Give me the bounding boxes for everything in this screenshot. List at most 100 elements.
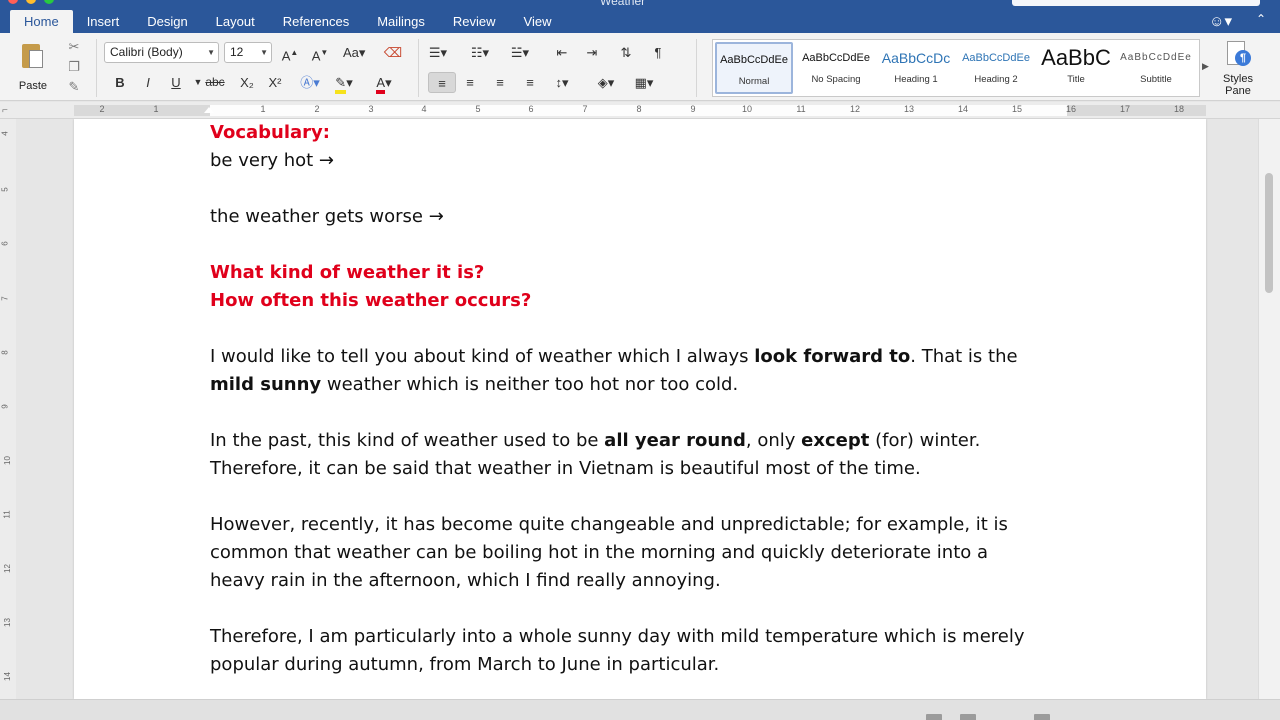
change-case-button[interactable]: Aa▾ [343, 42, 365, 63]
styles-pane-label: Styles Pane [1216, 73, 1260, 97]
style-name: Heading 2 [974, 74, 1018, 85]
ribbon-tabs: Home Insert Design Layout References Mai… [10, 10, 565, 33]
underline-button[interactable]: U [166, 72, 186, 93]
document-canvas[interactable]: Vocabulary: be very hot → the weather ge… [16, 119, 1258, 699]
shading-icon[interactable]: ◈▾ [596, 72, 616, 93]
collapse-ribbon-icon[interactable]: ⌃ [1256, 12, 1266, 26]
style-sample: AaBbCcDc [881, 50, 951, 66]
tab-view[interactable]: View [510, 10, 566, 33]
multilevel-list-icon[interactable]: ☱▾ [510, 42, 530, 63]
document-page[interactable]: Vocabulary: be very hot → the weather ge… [74, 119, 1206, 699]
ruler-label: 3 [368, 104, 374, 114]
chevron-down-icon: ▼ [260, 48, 268, 57]
ruler-label: 11 [2, 510, 12, 519]
horizontal-scrollbar[interactable] [16, 700, 1258, 712]
justify-icon[interactable]: ≡ [520, 72, 540, 93]
web-layout-view-icon[interactable] [960, 714, 976, 720]
show-formatting-icon[interactable]: ¶ [648, 42, 668, 63]
style-normal[interactable]: AaBbCcDdEe Normal [715, 42, 793, 94]
ruler-label: 5 [0, 187, 10, 192]
ruler-label: 11 [796, 104, 806, 114]
vocabulary-heading: Vocabulary: [210, 122, 330, 143]
styles-pane-button[interactable]: ¶ Styles Pane [1216, 41, 1260, 99]
copy-icon[interactable]: ❐ [64, 57, 84, 77]
borders-icon[interactable]: ▦▾ [634, 72, 654, 93]
style-heading-2[interactable]: AaBbCcDdEe Heading 2 [957, 42, 1035, 94]
styles-pane-label-line2: Pane [1225, 85, 1251, 97]
gallery-more-icon[interactable]: ▶ [1202, 61, 1209, 72]
font-size-select[interactable]: 12 ▼ [224, 42, 272, 63]
ruler-label: 16 [1065, 104, 1077, 114]
scrollbar-thumb[interactable] [1265, 173, 1273, 293]
document-title: Weather [600, 0, 646, 8]
italic-button[interactable]: I [138, 72, 158, 93]
align-center-icon[interactable]: ≡ [460, 72, 480, 93]
focus-view-icon[interactable] [1034, 714, 1050, 720]
style-heading-1[interactable]: AaBbCcDc Heading 1 [877, 42, 955, 94]
superscript-button[interactable]: X² [265, 72, 285, 93]
line-spacing-icon[interactable]: ↕▾ [552, 72, 572, 93]
paragraph-3-line-3: heavy rain in the afternoon, which I fin… [210, 570, 721, 591]
styles-pane-icon: ¶ [1225, 41, 1251, 69]
highlight-icon[interactable]: ✎▾ [334, 72, 354, 94]
text-effects-icon[interactable]: Ⓐ▾ [300, 72, 320, 93]
ruler-label: 1 [153, 104, 159, 114]
bold-button[interactable]: B [110, 72, 130, 93]
paragraph-4-line-2: popular during autumn, from March to Jun… [210, 654, 720, 675]
strikethrough-button[interactable]: abc [205, 72, 225, 93]
style-title[interactable]: AaBbC Title [1037, 42, 1115, 94]
vocab-line-2: the weather gets worse → [210, 206, 444, 227]
tab-mailings[interactable]: Mailings [363, 10, 439, 33]
ruler-label: 9 [690, 104, 696, 114]
tab-review[interactable]: Review [439, 10, 510, 33]
tab-references[interactable]: References [269, 10, 363, 33]
feedback-smiley-icon[interactable]: ☺▾ [1209, 12, 1232, 30]
grow-font-button[interactable]: A▲ [280, 42, 300, 63]
tab-home[interactable]: Home [10, 10, 73, 33]
paste-button[interactable]: Paste [10, 39, 56, 97]
question-2: How often this weather occurs? [210, 290, 532, 311]
tab-insert[interactable]: Insert [73, 10, 134, 33]
tab-selector-icon[interactable]: ⌐ [2, 105, 8, 116]
paragraph-2-line-1: In the past, this kind of weather used t… [210, 430, 981, 451]
title-bar: Weather Home Insert Design Layout Refere… [0, 0, 1280, 33]
clipboard-icon [22, 41, 44, 69]
align-left-icon[interactable]: ≡ [428, 72, 456, 93]
close-window-icon[interactable] [8, 0, 18, 4]
clipboard-tools: ✂ ❐ ✎ [64, 37, 84, 97]
cut-icon[interactable]: ✂ [64, 37, 84, 57]
minimize-window-icon[interactable] [26, 0, 36, 4]
styles-gallery: AaBbCcDdEe Normal AaBbCcDdEe No Spacing … [712, 39, 1200, 97]
print-layout-view-icon[interactable] [926, 714, 942, 720]
font-name-select[interactable]: Calibri (Body) ▼ [104, 42, 219, 63]
ruler-label: 6 [0, 241, 10, 246]
font-size-value: 12 [230, 45, 244, 59]
style-sample: AaBbC [1041, 45, 1111, 70]
style-no-spacing[interactable]: AaBbCcDdEe No Spacing [797, 42, 875, 94]
bullets-icon[interactable]: ☰▾ [428, 42, 448, 63]
document-body[interactable]: Vocabulary: be very hot → the weather ge… [210, 119, 1090, 679]
increase-indent-icon[interactable]: ⇥ [582, 42, 602, 63]
decrease-indent-icon[interactable]: ⇤ [552, 42, 572, 63]
tab-layout[interactable]: Layout [202, 10, 269, 33]
status-bar [0, 699, 1280, 720]
tab-design[interactable]: Design [133, 10, 201, 33]
paragraph-2-line-2: Therefore, it can be said that weather i… [210, 458, 921, 479]
vertical-scrollbar[interactable] [1258, 119, 1280, 699]
maximize-window-icon[interactable] [44, 0, 54, 4]
numbering-icon[interactable]: ☷▾ [470, 42, 490, 63]
paragraph-4-line-1: Therefore, I am particularly into a whol… [210, 626, 1025, 647]
clear-formatting-icon[interactable]: ⌫ [383, 42, 403, 63]
horizontal-ruler[interactable]: ⌐ 2 1 1 2 3 4 5 6 7 8 9 10 11 12 13 14 1… [0, 102, 1280, 119]
align-right-icon[interactable]: ≡ [490, 72, 510, 93]
style-subtitle[interactable]: AaBbCcDdEe Subtitle [1117, 42, 1195, 94]
search-input[interactable] [1012, 0, 1260, 6]
sort-icon[interactable]: ⇅ [616, 42, 636, 63]
subscript-button[interactable]: X₂ [237, 72, 257, 93]
ruler-label: 4 [0, 131, 10, 136]
font-color-icon[interactable]: A▾ [374, 72, 394, 94]
style-sample: AaBbCcDdEe [720, 54, 788, 66]
shrink-font-button[interactable]: A▼ [310, 42, 330, 63]
indent-marker-icon[interactable] [204, 107, 214, 113]
format-painter-icon[interactable]: ✎ [64, 77, 84, 97]
